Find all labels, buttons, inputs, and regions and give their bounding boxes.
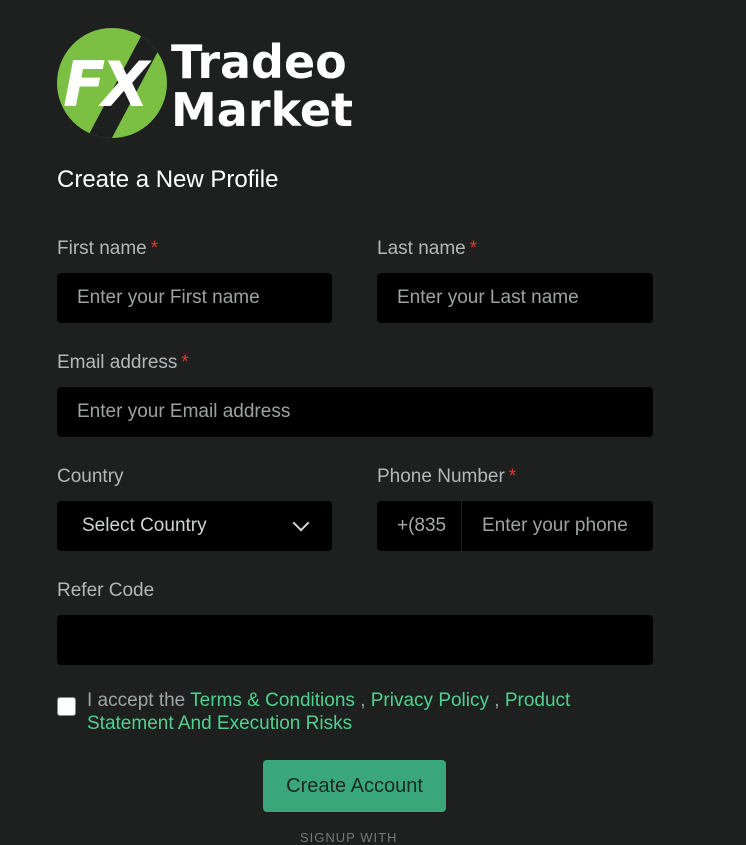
required-mark: * xyxy=(508,466,517,487)
privacy-policy-link[interactable]: Privacy Policy xyxy=(371,690,489,711)
terms-separator: , xyxy=(494,690,500,711)
terms-text: I accept the Terms & Conditions , Privac… xyxy=(87,689,647,735)
email-input[interactable] xyxy=(57,387,653,437)
logo-line2: Market xyxy=(171,83,354,137)
first-name-input[interactable] xyxy=(57,273,332,323)
terms-conditions-link[interactable]: Terms & Conditions xyxy=(190,690,355,711)
last-name-label-text: Last name xyxy=(377,238,466,259)
terms-prefix: I accept the xyxy=(87,690,186,711)
country-select[interactable]: Select Country xyxy=(57,501,332,551)
country-label: Country xyxy=(57,466,124,488)
phone-label: Phone Number * xyxy=(377,466,516,488)
email-label: Email address * xyxy=(57,352,189,374)
refer-code-label: Refer Code xyxy=(57,580,154,602)
required-mark: * xyxy=(150,238,159,259)
logo-line1: Tradeo xyxy=(171,35,347,89)
first-name-label: First name * xyxy=(57,238,158,260)
phone-prefix-text: +(835 xyxy=(397,515,447,536)
first-name-label-text: First name xyxy=(57,238,147,259)
required-mark: * xyxy=(181,352,189,373)
logo-mark-text: FX xyxy=(63,48,149,121)
phone-country-code[interactable]: +(835 xyxy=(377,501,461,551)
country-select-value: Select Country xyxy=(82,515,207,536)
country-label-text: Country xyxy=(57,466,124,487)
last-name-label: Last name * xyxy=(377,238,477,260)
refer-code-label-text: Refer Code xyxy=(57,580,155,601)
refer-code-input[interactable] xyxy=(57,615,653,665)
page-title: Create a New Profile xyxy=(57,166,279,193)
email-label-text: Email address xyxy=(57,352,178,373)
chevron-down-icon xyxy=(292,514,310,532)
logo-mark: FX xyxy=(57,28,167,138)
phone-label-text: Phone Number xyxy=(377,466,505,487)
required-mark: * xyxy=(469,238,478,259)
last-name-input[interactable] xyxy=(377,273,653,323)
signup-with-text: SIGNUP WITH xyxy=(300,830,398,845)
create-account-button[interactable]: Create Account xyxy=(263,760,446,812)
logo-wordmark: Tradeo Market xyxy=(171,38,353,134)
phone-input[interactable] xyxy=(462,501,653,551)
brand-logo: FX Tradeo Market xyxy=(57,28,357,140)
terms-checkbox[interactable] xyxy=(57,697,76,716)
terms-separator: , xyxy=(360,690,366,711)
